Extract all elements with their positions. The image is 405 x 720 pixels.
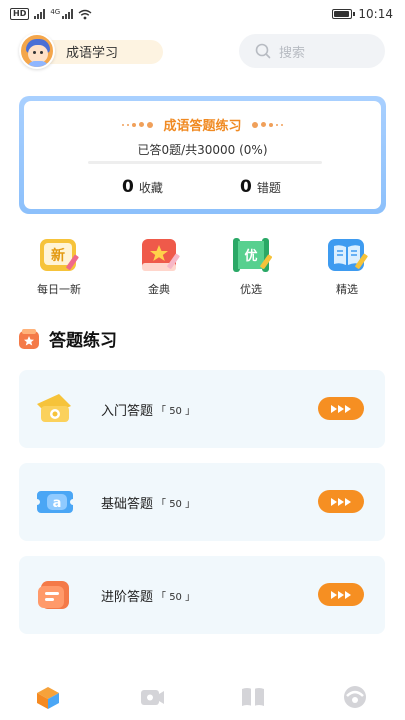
level-label-group: 入门答题 「 50 」: [101, 400, 195, 419]
level-label-group: 基础答题 「 50 」: [101, 493, 195, 512]
shortcut-featured[interactable]: 精选: [312, 236, 382, 297]
signal-icon-2: [62, 9, 74, 19]
wifi-icon: [78, 9, 92, 19]
play-arrow-icon: [345, 590, 351, 599]
mistakes-count: 0: [240, 177, 252, 197]
daily-new-icon: 新: [40, 239, 79, 271]
progress-card-inner: 成语答题练习 已答0题/共30000 (0%) 0 收藏 0 错题: [24, 101, 381, 209]
level-card-beginner[interactable]: 入门答题 「 50 」: [19, 370, 385, 448]
status-left: HD 4G: [10, 8, 92, 20]
start-advanced-button[interactable]: [318, 583, 364, 606]
hd-icon: HD: [10, 8, 30, 20]
play-arrow-icon: [331, 590, 337, 599]
user-name: 成语学习: [66, 45, 119, 61]
user-chip[interactable]: 成语学习: [19, 33, 163, 69]
mistakes-label: 错题: [256, 181, 281, 195]
shortcut-selected[interactable]: 优 优选: [216, 236, 286, 297]
progress-bar: [88, 161, 322, 164]
card-title-row: 成语答题练习: [24, 115, 381, 134]
video-icon[interactable]: [138, 684, 166, 710]
shortcut-label: 每日一新: [37, 283, 81, 296]
level-count: 「 50 」: [156, 406, 196, 417]
search-placeholder: 搜索: [279, 45, 306, 61]
scroll-icon: 优: [233, 238, 272, 272]
progress-card[interactable]: 成语答题练习 已答0题/共30000 (0%) 0 收藏 0 错题: [19, 96, 386, 214]
progress-text: 已答0题/共30000 (0%): [137, 143, 268, 157]
level-card-advanced[interactable]: 进阶答题 「 50 」: [19, 556, 385, 634]
play-arrow-icon: [331, 404, 337, 413]
svg-text:新: 新: [51, 247, 65, 264]
ticket-a-icon: a: [37, 491, 73, 513]
decor-dots-right: [251, 121, 283, 128]
book-icon[interactable]: [239, 684, 267, 710]
status-bar: HD 4G 10:14: [0, 0, 405, 28]
shortcut-label: 优选: [240, 283, 262, 296]
start-beginner-button[interactable]: [318, 397, 364, 420]
level-count: 「 50 」: [156, 499, 196, 510]
search-input[interactable]: 搜索: [239, 34, 385, 68]
play-arrow-icon: [338, 590, 344, 599]
favorites-count: 0: [122, 177, 134, 197]
level-label: 进阶答题: [101, 590, 154, 605]
profile-icon[interactable]: [341, 684, 369, 710]
svg-text:优: 优: [244, 248, 257, 264]
level-count: 「 50 」: [156, 592, 196, 603]
status-time: 10:14: [358, 7, 393, 21]
section-header: 答题练习: [18, 326, 117, 351]
open-book-icon: [328, 239, 368, 271]
level-label-group: 进阶答题 「 50 」: [101, 586, 195, 605]
network-type: 4G: [50, 8, 61, 16]
shortcut-label: 精选: [336, 283, 358, 296]
shortcut-label: 金典: [148, 283, 170, 296]
level-label: 基础答题: [101, 497, 154, 512]
search-icon: [255, 43, 271, 59]
level-card-basic[interactable]: a 基础答题 「 50 」: [19, 463, 385, 541]
card-title: 成语答题练习: [163, 119, 242, 134]
bag-icon: [37, 394, 71, 422]
shortcut-grid: 新 每日一新 金典 优 优选 精选: [0, 236, 405, 300]
start-basic-button[interactable]: [318, 490, 364, 513]
status-right: 10:14: [332, 7, 393, 21]
avatar[interactable]: [19, 33, 55, 69]
decor-dots-left: [122, 121, 154, 128]
shortcut-daily-new[interactable]: 新 每日一新: [24, 236, 94, 297]
play-arrow-icon: [345, 404, 351, 413]
classic-book-icon: [142, 239, 180, 271]
card-icon: [38, 581, 69, 609]
battery-fill: [334, 11, 349, 17]
mistakes-stat[interactable]: 0 错题: [240, 177, 281, 197]
play-arrow-icon: [331, 497, 337, 506]
play-arrow-icon: [338, 497, 344, 506]
shortcut-classic[interactable]: 金典: [124, 236, 194, 297]
play-arrow-icon: [338, 404, 344, 413]
level-label: 入门答题: [101, 404, 154, 419]
home-box-icon[interactable]: [34, 684, 62, 710]
section-title: 答题练习: [49, 331, 117, 351]
battery-icon: [332, 9, 356, 19]
signal-icon: [34, 9, 46, 19]
svg-text:a: a: [53, 496, 62, 511]
bottom-nav: [0, 676, 405, 716]
play-arrow-icon: [345, 497, 351, 506]
favorites-stat[interactable]: 0 收藏: [122, 177, 163, 197]
favorites-label: 收藏: [138, 181, 163, 195]
star-box-icon: [19, 328, 39, 349]
